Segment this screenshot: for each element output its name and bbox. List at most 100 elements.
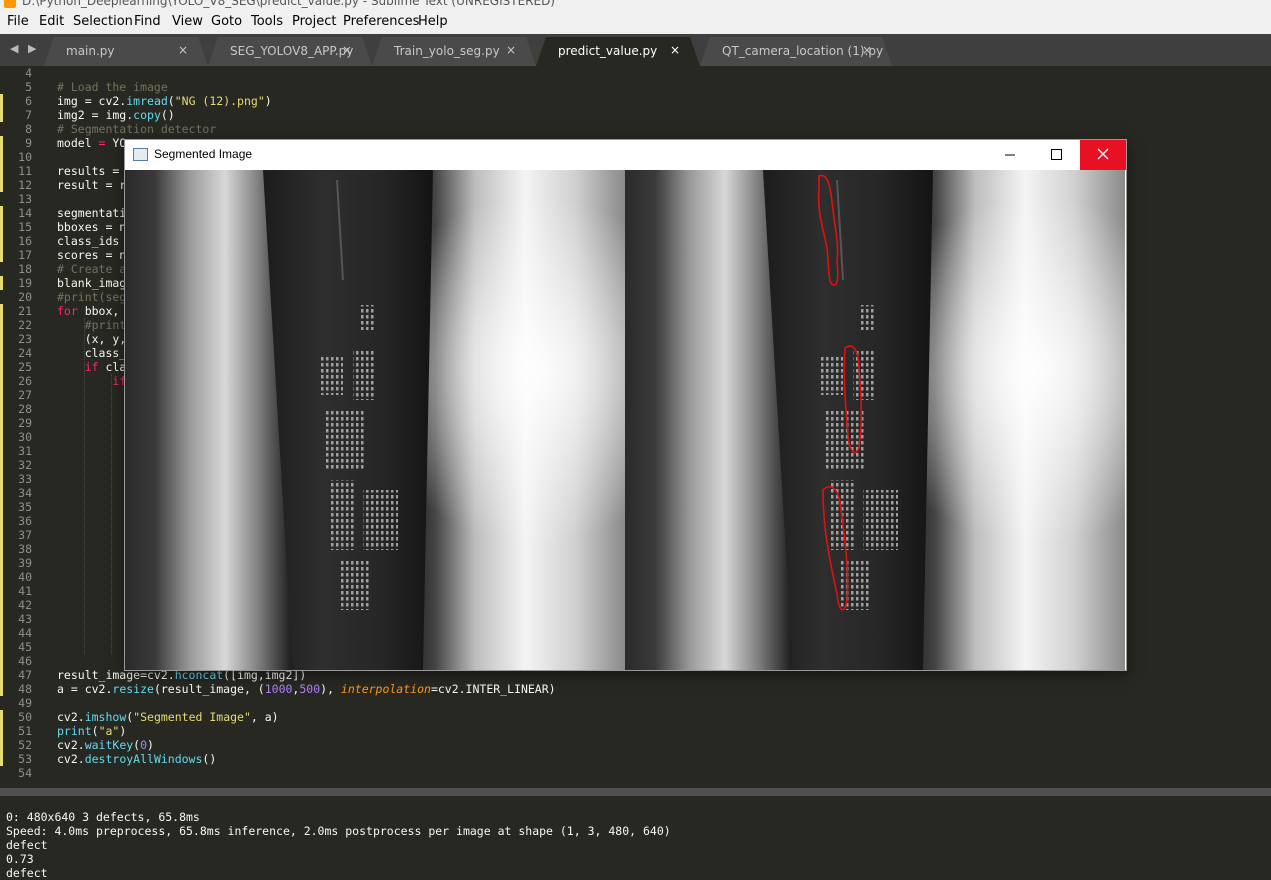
code-text[interactable]: a = cv2.resize(result_image, (1000,500),… — [57, 682, 556, 696]
code-line[interactable]: 54 — [0, 766, 1271, 780]
maximize-button[interactable] — [1033, 140, 1079, 170]
menu-tools[interactable]: Tools — [251, 14, 283, 29]
menu-preferences[interactable]: Preferences — [343, 14, 419, 29]
tab-qt-camera-location-py[interactable]: QT_camera_location (1).py × — [700, 37, 892, 66]
code-text[interactable]: #print(segm — [57, 290, 133, 304]
code-text[interactable]: if cla — [57, 360, 127, 374]
line-number: 19 — [18, 276, 32, 290]
code-text[interactable]: scores = np — [57, 248, 133, 262]
code-text[interactable]: if — [57, 374, 126, 388]
line-number: 32 — [18, 458, 32, 472]
menu-view[interactable]: View — [172, 14, 203, 29]
tab-label: SEG_YOLOV8_APP.py — [230, 44, 354, 58]
tab-label: main.py — [66, 44, 115, 58]
line-number: 45 — [18, 640, 32, 654]
code-line[interactable]: 5 # Load the image — [0, 80, 1271, 94]
code-line[interactable]: 8 # Segmentation detector — [0, 122, 1271, 136]
code-line[interactable]: 4 — [0, 66, 1271, 80]
app-window-icon — [133, 148, 148, 161]
segmented-image-titlebar[interactable]: Segmented Image — [125, 140, 1126, 170]
console-line: 0: 480x640 3 defects, 65.8ms — [6, 810, 200, 824]
menu-help[interactable]: Help — [418, 14, 448, 29]
tab-close-icon[interactable]: × — [506, 43, 516, 57]
menu-find[interactable]: Find — [134, 14, 161, 29]
code-text[interactable]: blank_image — [57, 276, 133, 290]
code-text[interactable]: cv2.destroyAllWindows() — [57, 752, 216, 766]
menu-goto[interactable]: Goto — [211, 14, 242, 29]
code-line[interactable]: 49 — [0, 696, 1271, 710]
code-text[interactable]: # Create a — [57, 262, 126, 276]
line-number: 48 — [18, 682, 32, 696]
code-line[interactable]: 48 a = cv2.resize(result_image, (1000,500… — [0, 682, 1271, 696]
line-number: 51 — [18, 724, 32, 738]
line-number: 6 — [25, 94, 32, 108]
menu-bar: File Edit Selection Find View Goto Tools… — [0, 10, 1271, 34]
menu-file[interactable]: File — [7, 14, 29, 29]
code-text[interactable]: segmentatio — [57, 206, 133, 220]
code-text[interactable]: # Load the image — [57, 80, 168, 94]
code-line[interactable]: 53 cv2.destroyAllWindows() — [0, 752, 1271, 766]
menu-selection[interactable]: Selection — [73, 14, 133, 29]
line-number: 8 — [25, 122, 32, 136]
line-number: 34 — [18, 486, 32, 500]
code-line[interactable]: 52 cv2.waitKey(0) — [0, 738, 1271, 752]
line-number: 14 — [18, 206, 32, 220]
line-number: 42 — [18, 598, 32, 612]
line-number: 5 — [25, 80, 32, 94]
code-line[interactable]: 6 img = cv2.imread("NG (12).png") — [0, 94, 1271, 108]
minimize-button[interactable] — [987, 140, 1033, 170]
close-button[interactable] — [1080, 140, 1126, 170]
code-text[interactable]: class_ — [57, 346, 127, 360]
code-text[interactable]: bboxes = np — [57, 220, 133, 234]
tab-train-yolo-seg-py[interactable]: Train_yolo_seg.py × — [372, 37, 536, 66]
tab-seg-yolov8-app-py[interactable]: SEG_YOLOV8_APP.py × — [208, 37, 372, 66]
code-text[interactable]: cv2.imshow("Segmented Image", a) — [57, 710, 279, 724]
menu-project[interactable]: Project — [292, 14, 336, 29]
line-number: 38 — [18, 542, 32, 556]
code-text[interactable]: class_ids — [57, 234, 126, 248]
line-number: 52 — [18, 738, 32, 752]
tab-close-icon[interactable]: × — [670, 43, 680, 57]
line-number: 37 — [18, 528, 32, 542]
line-number: 49 — [18, 696, 32, 710]
code-text[interactable]: # Segmentation detector — [57, 122, 216, 136]
sublime-logo-icon — [4, 0, 16, 8]
code-text[interactable]: #print — [57, 318, 127, 332]
code-text[interactable]: img2 = img.copy() — [57, 108, 175, 122]
console-line: 0.73 — [6, 852, 34, 866]
tab-main-py[interactable]: main.py × — [44, 37, 208, 66]
line-number: 28 — [18, 402, 32, 416]
tab-nav-arrows-icon[interactable]: ◀ ▶ — [10, 42, 39, 55]
line-number: 10 — [18, 150, 32, 164]
line-number: 27 — [18, 388, 32, 402]
tab-close-icon[interactable]: × — [862, 43, 872, 57]
segmented-image-window[interactable]: Segmented Image — [125, 140, 1126, 670]
tab-close-icon[interactable]: × — [178, 43, 188, 57]
panel-divider[interactable] — [0, 788, 1271, 796]
tab-close-icon[interactable]: × — [342, 43, 352, 57]
tab-predict-value-py[interactable]: predict_value.py × — [536, 37, 700, 66]
window-titlebar: D:\Python_Deeplearning\YOLO_V8_SEG\predi… — [0, 0, 1271, 10]
line-number: 23 — [18, 332, 32, 346]
code-text[interactable]: print("a") — [57, 724, 126, 738]
code-text[interactable]: model = YO — [57, 136, 126, 150]
code-text[interactable]: result_image=cv2.hconcat([img,img2]) — [57, 668, 306, 682]
code-line[interactable]: 51 print("a") — [0, 724, 1271, 738]
code-text[interactable]: result = re — [57, 178, 133, 192]
code-text[interactable]: for bbox, c — [57, 304, 133, 318]
tab-label: Train_yolo_seg.py — [394, 44, 500, 58]
line-number: 11 — [18, 164, 32, 178]
line-number: 16 — [18, 234, 32, 248]
code-text[interactable]: (x, y, — [57, 332, 127, 346]
code-text[interactable]: img = cv2.imread("NG (12).png") — [57, 94, 272, 108]
line-number: 26 — [18, 374, 32, 388]
code-text[interactable]: cv2.waitKey(0) — [57, 738, 154, 752]
line-number: 41 — [18, 584, 32, 598]
line-number: 15 — [18, 220, 32, 234]
code-line[interactable]: 47 result_image=cv2.hconcat([img,img2]) — [0, 668, 1271, 682]
menu-edit[interactable]: Edit — [39, 14, 64, 29]
code-line[interactable]: 7 img2 = img.copy() — [0, 108, 1271, 122]
code-line[interactable]: 50 cv2.imshow("Segmented Image", a) — [0, 710, 1271, 724]
code-text[interactable]: results = m — [57, 164, 133, 178]
line-number: 22 — [18, 318, 32, 332]
